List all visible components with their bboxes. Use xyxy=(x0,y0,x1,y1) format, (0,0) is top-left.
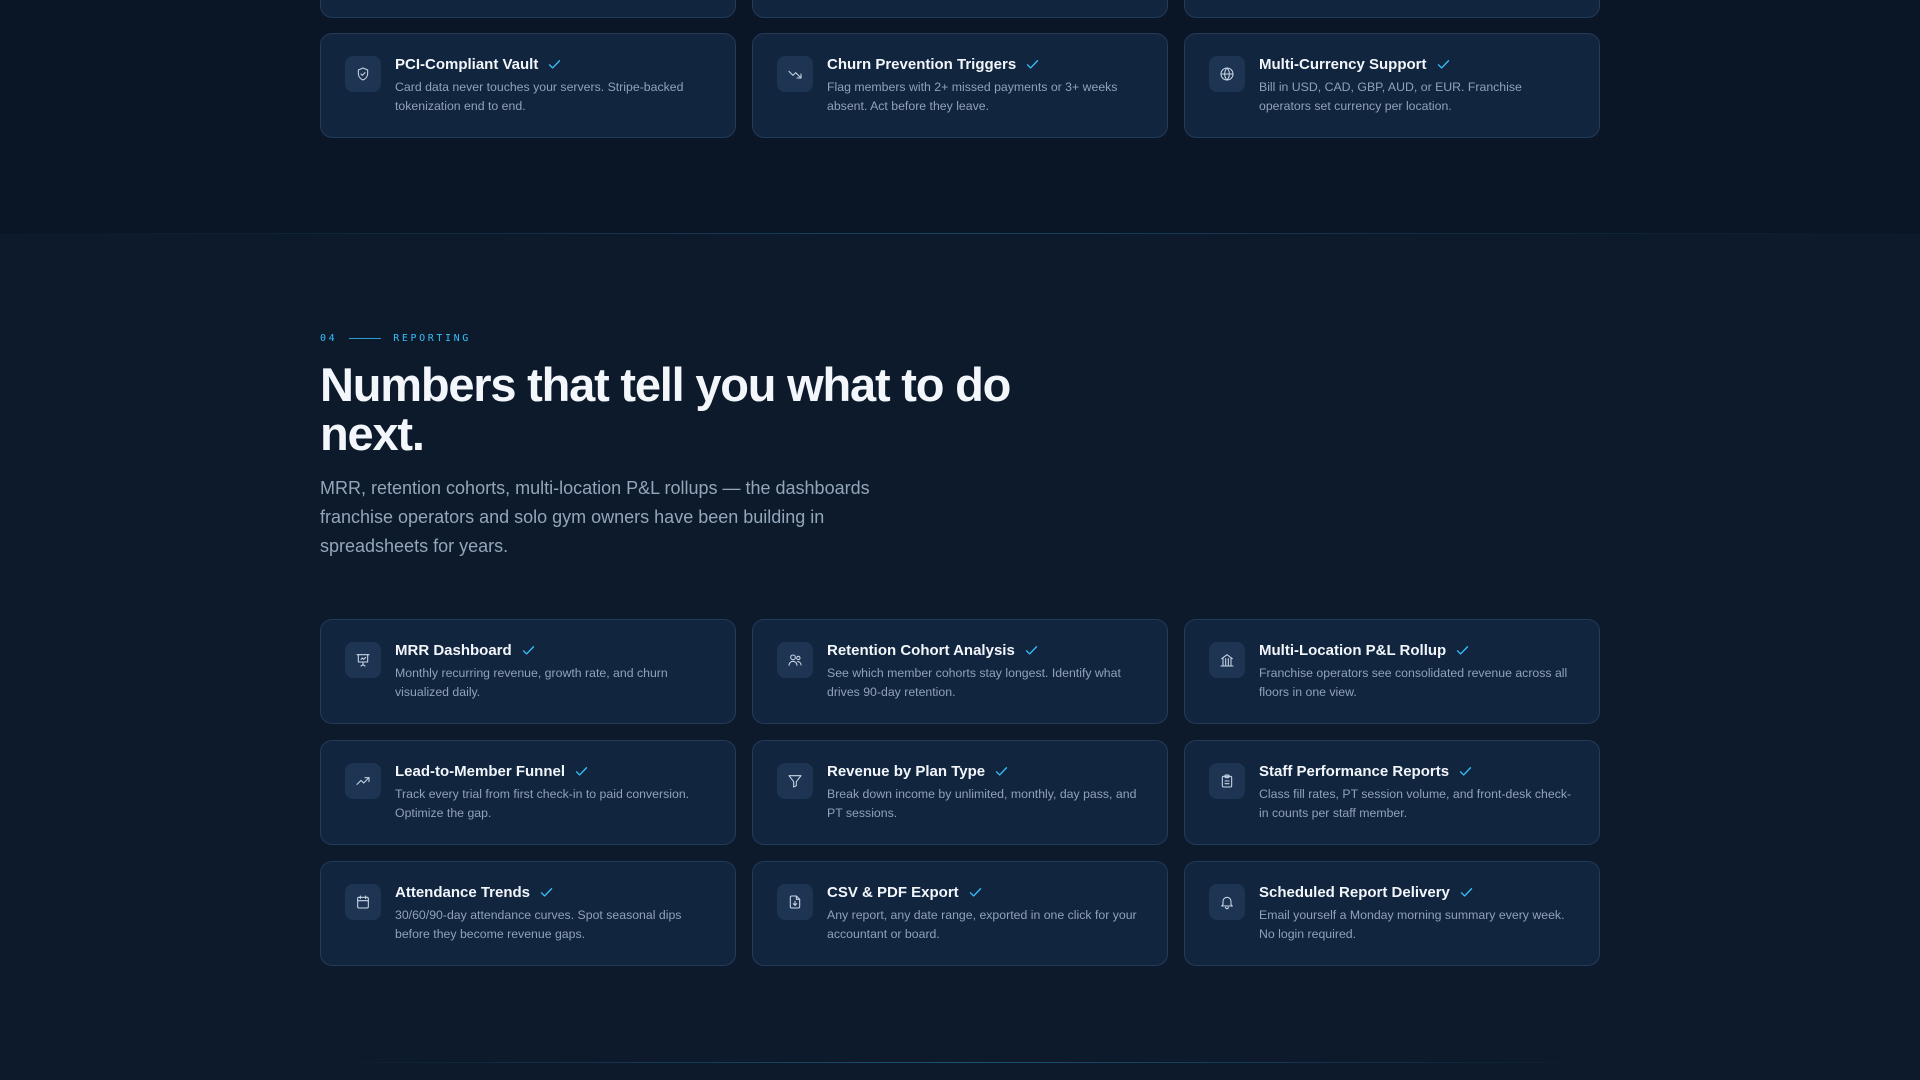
feature-description: Franchise operators see consolidated rev… xyxy=(1259,666,1568,699)
feature-title: Staff Performance Reports xyxy=(1259,762,1450,780)
feature-title: Multi-Currency Support xyxy=(1259,55,1427,73)
card-stub xyxy=(752,0,1168,18)
presentation-chart-icon xyxy=(345,642,381,678)
check-icon xyxy=(994,764,1009,779)
eyebrow-line xyxy=(349,337,382,339)
check-icon xyxy=(968,885,983,900)
feature-description: Bill in USD, CAD, GBP, AUD, or EUR. Fran… xyxy=(1259,80,1522,113)
section-headline: Numbers that tell you what to do next. xyxy=(320,358,1011,460)
feature-description: Track every trial from first check-in to… xyxy=(395,787,690,820)
feature-description: Any report, any date range, exported in … xyxy=(827,908,1137,941)
feature-title: Attendance Trends xyxy=(395,883,531,901)
section-divider xyxy=(320,1062,1600,1063)
feature-card: Retention Cohort Analysis See which memb… xyxy=(752,619,1168,724)
section-label: REPORTING xyxy=(393,332,471,344)
previous-card-row-stub xyxy=(320,0,1600,18)
section-eyebrow: 04 REPORTING xyxy=(320,331,471,345)
feature-card: Attendance Trends 30/60/90-day attendanc… xyxy=(320,861,736,966)
security-feature-grid: PCI-Compliant Vault Card data never touc… xyxy=(320,33,1600,138)
file-export-icon xyxy=(777,884,813,920)
check-icon xyxy=(1455,643,1470,658)
feature-title: Revenue by Plan Type xyxy=(827,762,986,780)
feature-title: PCI-Compliant Vault xyxy=(395,55,539,73)
feature-card: PCI-Compliant Vault Card data never touc… xyxy=(320,33,736,138)
check-icon xyxy=(1025,57,1040,72)
filter-icon xyxy=(777,763,813,799)
feature-card: Churn Prevention Triggers Flag members w… xyxy=(752,33,1168,138)
feature-description: See which member cohorts stay longest. I… xyxy=(827,666,1121,699)
feature-description: Break down income by unlimited, monthly,… xyxy=(827,787,1137,820)
feature-card: Staff Performance Reports Class fill rat… xyxy=(1184,740,1600,845)
reporting-feature-grid: MRR Dashboard Monthly recurring revenue,… xyxy=(320,619,1600,966)
feature-card: Multi-Currency Support Bill in USD, CAD,… xyxy=(1184,33,1600,138)
feature-description: Class fill rates, PT session volume, and… xyxy=(1259,787,1572,820)
feature-description: 30/60/90-day attendance curves. Spot sea… xyxy=(395,908,682,941)
check-icon xyxy=(1436,57,1451,72)
feature-title: MRR Dashboard xyxy=(395,641,512,659)
feature-title: Retention Cohort Analysis xyxy=(827,641,1015,659)
globe-icon xyxy=(1209,56,1245,92)
check-icon xyxy=(1459,885,1474,900)
section-number: 04 xyxy=(320,332,338,344)
feature-title: Scheduled Report Delivery xyxy=(1259,883,1450,901)
section-divider xyxy=(0,233,1920,234)
check-icon xyxy=(547,57,562,72)
check-icon xyxy=(1024,643,1039,658)
feature-title: Lead-to-Member Funnel xyxy=(395,762,566,780)
feature-title: Churn Prevention Triggers xyxy=(827,55,1017,73)
feature-title: Multi-Location P&L Rollup xyxy=(1259,641,1447,659)
check-icon xyxy=(1458,764,1473,779)
shield-check-icon xyxy=(345,56,381,92)
section-lead: MRR, retention cohorts, multi-location P… xyxy=(320,478,870,556)
bell-icon xyxy=(1209,884,1245,920)
building-icon xyxy=(1209,642,1245,678)
calendar-icon xyxy=(345,884,381,920)
feature-card: Lead-to-Member Funnel Track every trial … xyxy=(320,740,736,845)
feature-title: CSV & PDF Export xyxy=(827,883,959,901)
feature-card: Revenue by Plan Type Break down income b… xyxy=(752,740,1168,845)
feature-card: Scheduled Report Delivery Email yourself… xyxy=(1184,861,1600,966)
trending-up-icon xyxy=(345,763,381,799)
feature-description: Email yourself a Monday morning summary … xyxy=(1259,908,1565,941)
feature-card: CSV & PDF Export Any report, any date ra… xyxy=(752,861,1168,966)
trending-down-icon xyxy=(777,56,813,92)
check-icon xyxy=(574,764,589,779)
check-icon xyxy=(521,643,536,658)
check-icon xyxy=(539,885,554,900)
feature-description: Card data never touches your servers. St… xyxy=(395,80,684,113)
feature-card: MRR Dashboard Monthly recurring revenue,… xyxy=(320,619,736,724)
card-stub xyxy=(320,0,736,18)
feature-description: Flag members with 2+ missed payments or … xyxy=(827,80,1118,113)
users-icon xyxy=(777,642,813,678)
feature-card: Multi-Location P&L Rollup Franchise oper… xyxy=(1184,619,1600,724)
card-stub xyxy=(1184,0,1600,18)
feature-description: Monthly recurring revenue, growth rate, … xyxy=(395,666,668,699)
clipboard-icon xyxy=(1209,763,1245,799)
